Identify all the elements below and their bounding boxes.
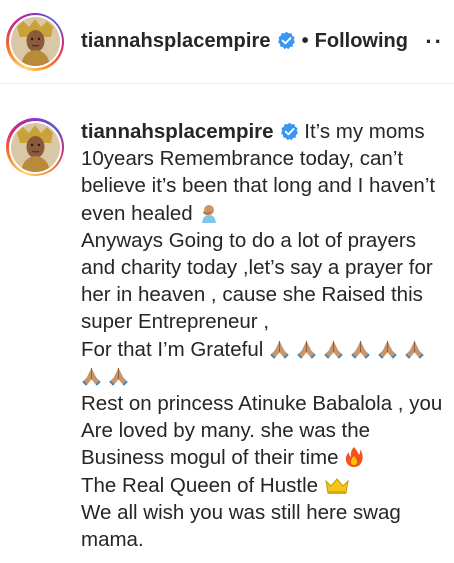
caption-avatar[interactable] (10, 122, 60, 172)
caption-line: 10years Remembrance today, can’t (81, 147, 404, 171)
caption-line: super Entrepreneur , (81, 310, 270, 334)
caption-line: The Real Queen of Hustle (81, 472, 446, 499)
praying-hands-emoji-icon (270, 340, 289, 359)
verified-badge-icon (280, 122, 298, 141)
caption-line: even healed (81, 200, 446, 227)
story-ring[interactable] (6, 12, 64, 71)
caption-line: For that I’m Grateful (81, 336, 446, 363)
caption-line: and charity today ,let’s say a prayer fo… (81, 256, 433, 280)
praying-hands-emoji-icon (351, 340, 370, 359)
praying-hands-emoji-icon (405, 340, 424, 359)
caption-story-ring[interactable] (6, 118, 64, 176)
caption-line: Rest on princess Atinuke Babalola , you (81, 392, 443, 416)
praying-hands-emoji-icon (378, 340, 397, 359)
caption-line: believe it’s been that long and I haven’… (81, 174, 436, 198)
crown-emoji-icon (324, 477, 349, 494)
caption-line: Business mogul of their time (81, 444, 446, 471)
caption-line: We all wish you was still here swag (81, 500, 401, 524)
caption-line: Are loved by many. she was the (81, 419, 371, 443)
praying-hands-emoji-icon (109, 367, 128, 386)
caption-line (81, 363, 446, 390)
instagram-post-caption-view: tiannahsplacempire • Following ·· tianna… (0, 0, 454, 563)
caption-line: tiannahsplacempire It’s my moms (81, 120, 425, 143)
post-header: tiannahsplacempire • Following ·· (0, 0, 454, 84)
fire-emoji-icon (346, 447, 363, 468)
more-options-icon[interactable]: ·· (425, 29, 444, 55)
following-button[interactable]: Following (315, 30, 408, 53)
praying-hands-emoji-icon (297, 340, 316, 359)
caption-username[interactable]: tiannahsplacempire (81, 120, 274, 143)
header-username[interactable]: tiannahsplacempire (81, 30, 296, 53)
person-facepalming-emoji-icon (202, 204, 217, 223)
praying-hands-emoji-icon (82, 367, 101, 386)
caption-text: tiannahsplacempire It’s my moms 10years … (81, 118, 446, 553)
caption-line: Anyways Going to do a lot of prayers (81, 228, 417, 252)
praying-hands-emoji-icon (324, 340, 343, 359)
separator-dot: • (301, 30, 309, 52)
caption-row: tiannahsplacempire It’s my moms 10years … (0, 118, 454, 553)
verified-badge-icon (277, 31, 295, 50)
praying-hands-emoji-group (269, 338, 431, 361)
avatar[interactable] (10, 17, 60, 66)
caption-line: mama. (81, 528, 144, 552)
caption-line: her in heaven , cause she Raised this (81, 283, 423, 307)
